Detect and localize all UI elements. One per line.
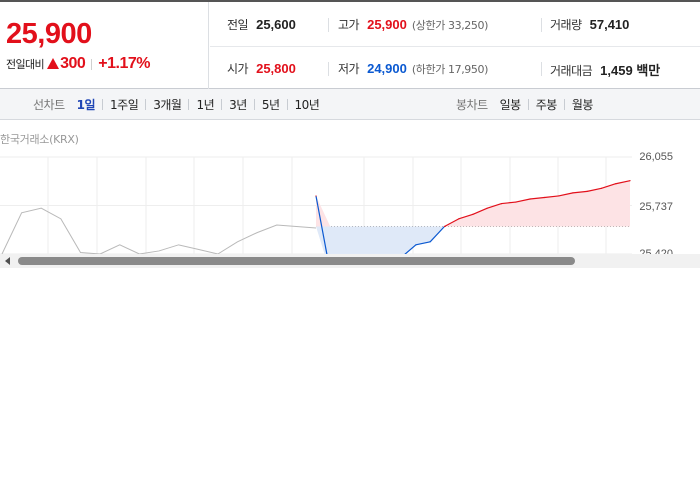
candle-chart-tabs: 봉차트 일봉 주봉 월봉 — [456, 89, 593, 119]
scroll-thumb[interactable] — [18, 257, 575, 265]
divider — [328, 62, 329, 76]
area-fill-up — [316, 180, 630, 227]
high-cell: 고가 25,900 (상한가 33,250) — [338, 16, 488, 33]
chart-scrollbar[interactable] — [0, 254, 700, 268]
volume-label: 거래량 — [550, 18, 582, 32]
data-point — [429, 241, 431, 243]
divider — [253, 98, 255, 110]
open-cell: 시가 25,800 — [227, 60, 296, 77]
divider — [188, 98, 190, 110]
volume-value: 57,410 — [589, 17, 630, 32]
change-rate: +1.17% — [98, 55, 151, 72]
tab-5y[interactable]: 5년 — [262, 96, 280, 113]
y-tick-label: 26,055 — [639, 151, 673, 163]
divider — [541, 62, 542, 76]
tab-10y[interactable]: 10년 — [295, 96, 320, 113]
data-point — [629, 180, 631, 182]
data-point — [500, 202, 503, 205]
up-triangle-icon — [47, 57, 60, 69]
tab-1d[interactable]: 1일 — [77, 96, 96, 113]
prev-close-cell: 전일 25,600 — [227, 16, 296, 33]
lower-limit: (하한가 17,950) — [411, 63, 489, 76]
divider — [286, 98, 288, 110]
data-point — [615, 183, 617, 185]
tab-daily[interactable]: 일봉 — [500, 96, 522, 113]
divider — [102, 98, 104, 110]
scroll-left-arrow-icon[interactable] — [5, 257, 10, 265]
change-row: 전일대비 300 +1.17% — [6, 55, 151, 73]
divider — [328, 18, 329, 32]
data-point — [558, 195, 560, 197]
data-point — [458, 218, 460, 220]
price-chart: 한국거래소(KRX) 26,055 25,737 25,420 — [0, 121, 700, 268]
low-value: 24,900 — [367, 61, 407, 76]
tab-1y[interactable]: 1년 — [196, 96, 214, 113]
line-chart-title: 선차트 — [33, 97, 65, 112]
candle-chart-title: 봉차트 — [456, 97, 488, 112]
prev-close-label: 전일 — [227, 18, 249, 32]
high-value: 25,900 — [367, 17, 407, 32]
divider — [563, 98, 565, 110]
divider — [527, 98, 529, 110]
trade-value-label: 거래대금 — [550, 64, 593, 78]
tab-3m[interactable]: 3개월 — [153, 96, 182, 113]
current-price: 25,900 — [6, 18, 92, 50]
open-label: 시가 — [227, 62, 249, 76]
data-point — [529, 198, 531, 200]
trade-value: 1,459 백만 — [600, 63, 661, 78]
data-point — [415, 244, 417, 246]
data-point — [472, 213, 474, 215]
data-point — [600, 187, 603, 189]
row-divider — [210, 46, 700, 47]
data-point — [543, 196, 545, 199]
data-point — [515, 201, 517, 203]
prev-close-value: 25,600 — [256, 17, 296, 32]
series-line-previous — [1, 207, 317, 255]
stock-widget: 25,900 전일대비 300 +1.17% 전일 25,600 고가 25,9… — [0, 0, 700, 268]
tab-3y[interactable]: 3년 — [229, 96, 247, 113]
high-label: 고가 — [338, 18, 360, 32]
data-point — [443, 225, 446, 228]
divider — [91, 58, 93, 70]
trade-value-cell: 거래대금 1,459 백만 — [550, 60, 660, 79]
tab-monthly[interactable]: 월봉 — [572, 96, 594, 113]
line-chart-tabs: 선차트 1일 1주일 3개월 1년 3년 5년 10년 — [33, 89, 320, 119]
low-cell: 저가 24,900 (하한가 17,950) — [338, 60, 488, 77]
volume-cell: 거래량 57,410 — [550, 16, 629, 33]
market-label: 한국거래소(KRX) — [0, 133, 79, 146]
tab-1w[interactable]: 1주일 — [110, 96, 139, 113]
low-label: 저가 — [338, 62, 360, 76]
divider — [221, 98, 223, 110]
data-point — [586, 190, 588, 192]
data-point — [315, 195, 317, 197]
chart-plot — [0, 156, 632, 268]
price-summary: 25,900 전일대비 300 +1.17% 전일 25,600 고가 25,9… — [0, 0, 700, 89]
y-tick-label: 25,737 — [639, 201, 673, 213]
current-price-box: 25,900 전일대비 300 +1.17% — [0, 2, 209, 89]
data-point — [572, 192, 574, 194]
change-label: 전일대비 — [6, 58, 45, 71]
open-value: 25,800 — [256, 61, 296, 76]
change-amount: 300 — [60, 55, 86, 72]
divider — [145, 98, 147, 110]
tab-weekly[interactable]: 주봉 — [536, 96, 558, 113]
upper-limit: (상한가 33,250) — [411, 19, 489, 32]
divider — [541, 18, 542, 32]
period-tabs: 선차트 1일 1주일 3개월 1년 3년 5년 10년 봉차트 일봉 주봉 월봉 — [0, 89, 700, 120]
data-point — [486, 207, 488, 209]
